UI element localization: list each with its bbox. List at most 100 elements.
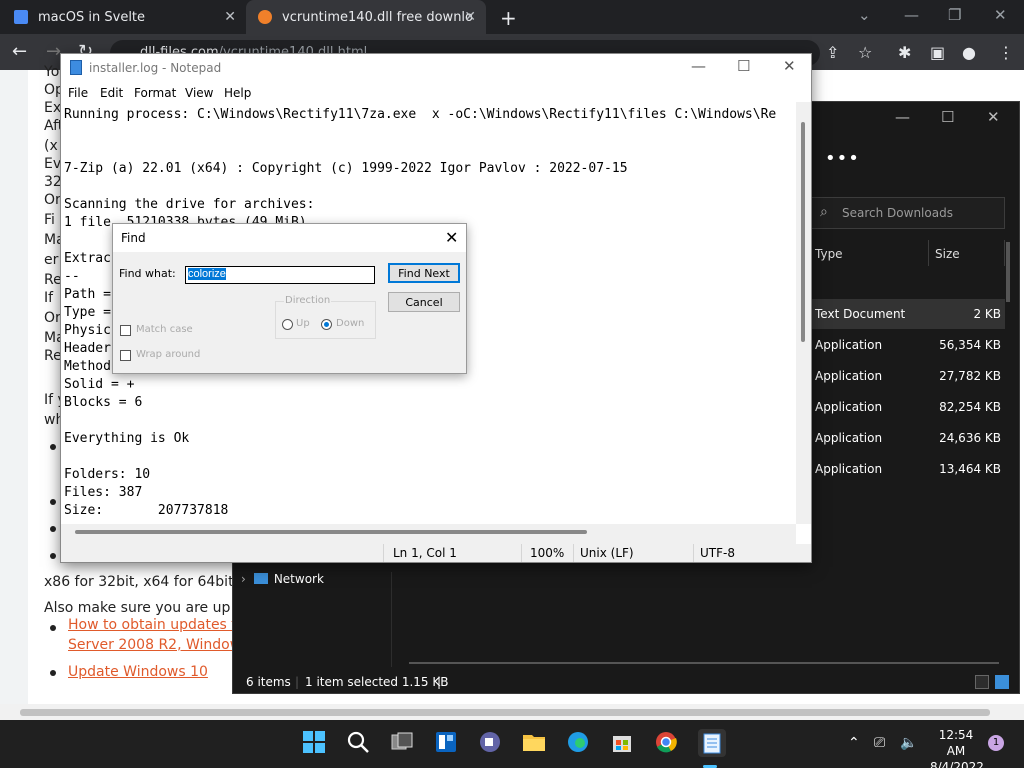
cancel-button[interactable]: Cancel (388, 292, 460, 312)
notepad-title-bar[interactable]: installer.log - Notepad — ☐ ✕ (61, 54, 811, 82)
explorer-minimize-icon[interactable]: — (895, 108, 910, 126)
volume-icon[interactable]: 🔈 (900, 735, 917, 751)
menu-view[interactable]: View (185, 86, 213, 100)
close-window-icon[interactable]: ✕ (994, 6, 1007, 24)
tab-search-chevron-icon[interactable]: ⌄ (858, 6, 871, 24)
clock-time: 12:54 AM (938, 728, 974, 758)
notepad-text-line: Everything is Ok (64, 431, 190, 446)
direction-legend: Direction (284, 295, 332, 306)
webpage-text-fragment: If (44, 290, 54, 306)
teams-chat-icon[interactable] (478, 730, 504, 756)
column-separator[interactable] (928, 240, 929, 266)
bookmark-star-icon[interactable]: ☆ (858, 43, 872, 62)
file-row[interactable]: Application 24,636 KB (811, 423, 1005, 453)
notepad-maximize-icon[interactable]: ☐ (737, 57, 750, 75)
scroll-thumb[interactable] (75, 530, 587, 534)
notepad-horizontal-scrollbar[interactable] (61, 524, 796, 544)
wrap-around-checkbox[interactable] (120, 350, 131, 361)
file-row[interactable]: Application 27,782 KB (811, 361, 1005, 391)
notepad-minimize-icon[interactable]: — (691, 57, 706, 75)
scroll-thumb[interactable] (20, 709, 990, 716)
tab-macos-svelte[interactable]: macOS in Svelte ✕ (14, 0, 246, 34)
search-icon[interactable] (346, 730, 372, 756)
task-view-icon[interactable] (390, 730, 416, 756)
direction-down-radio[interactable] (321, 319, 332, 330)
notepad-vertical-scrollbar[interactable] (796, 102, 811, 524)
tiles-view-icon[interactable] (995, 675, 1009, 689)
menu-format[interactable]: Format (134, 86, 176, 100)
page-left-margin (0, 70, 28, 720)
chrome-browser-icon[interactable] (654, 730, 680, 756)
file-row[interactable]: Application 82,254 KB (811, 392, 1005, 422)
match-case-checkbox[interactable] (120, 325, 131, 336)
start-windows-icon[interactable] (302, 730, 328, 756)
microsoft-store-icon[interactable] (610, 730, 636, 756)
chevron-up-icon[interactable]: ⌃ (848, 735, 860, 751)
nav-item-network[interactable]: › Network (241, 572, 324, 586)
find-dialog-title-bar[interactable]: Find ✕ (113, 224, 466, 252)
share-icon[interactable]: ⇪ (826, 43, 839, 62)
notepad-title: installer.log - Notepad (89, 61, 222, 75)
explorer-maximize-icon[interactable]: ☐ (941, 108, 954, 126)
notification-badge[interactable]: 1 (988, 735, 1004, 751)
menu-edit[interactable]: Edit (100, 86, 123, 100)
close-tab-icon[interactable]: ✕ (464, 9, 476, 25)
file-explorer-icon[interactable] (522, 730, 548, 756)
tab-dll-files[interactable]: vcruntime140.dll free download | ✕ (246, 0, 486, 34)
status-cursor-position: Ln 1, Col 1 (393, 546, 457, 560)
notepad-taskbar-icon[interactable] (698, 729, 726, 757)
network-tray-icon[interactable]: ⎚ (874, 735, 885, 751)
link-obtain-updates[interactable]: How to obtain updates fr (68, 617, 242, 633)
file-size: 24,636 KB (939, 431, 1001, 445)
file-row[interactable]: Text Document 2 KB (811, 299, 1005, 329)
direction-up-radio[interactable] (282, 319, 293, 330)
extensions-puzzle-icon[interactable]: ✱ (898, 43, 911, 62)
page-horizontal-scrollbar[interactable] (0, 704, 1024, 720)
minimize-icon[interactable]: — (904, 6, 919, 24)
find-dialog-title: Find (121, 231, 146, 245)
chevron-right-icon[interactable]: › (241, 572, 246, 586)
file-row[interactable]: Application 13,464 KB (811, 454, 1005, 484)
back-arrow-icon[interactable]: ← (12, 41, 27, 62)
tab-title: vcruntime140.dll free download | (282, 9, 472, 25)
menu-help[interactable]: Help (224, 86, 251, 100)
column-header-type[interactable]: Type (815, 247, 843, 261)
link-obtain-updates-line2[interactable]: Server 2008 R2, Windows (68, 637, 248, 653)
close-tab-icon[interactable]: ✕ (224, 9, 236, 25)
notepad-close-icon[interactable]: ✕ (783, 57, 796, 75)
profile-icon[interactable]: ● (962, 43, 976, 62)
file-size: 56,354 KB (939, 338, 1001, 352)
column-separator[interactable] (1004, 240, 1005, 266)
new-tab-plus-icon[interactable]: + (500, 6, 517, 30)
explorer-horizontal-scrollbar[interactable] (409, 662, 999, 664)
more-options-icon[interactable]: ••• (825, 148, 860, 169)
explorer-close-icon[interactable]: ✕ (987, 108, 1000, 126)
forward-arrow-icon[interactable]: → (46, 41, 61, 62)
column-header-size[interactable]: Size (935, 247, 960, 261)
nav-label: Network (273, 572, 324, 586)
find-next-button[interactable]: Find Next (388, 263, 460, 283)
file-row[interactable]: Application 56,354 KB (811, 330, 1005, 360)
widgets-icon[interactable] (434, 730, 460, 756)
clock[interactable]: 12:54 AM 8/4/2022 (930, 727, 984, 768)
close-icon[interactable]: ✕ (445, 228, 458, 247)
direction-down-label: Down (336, 318, 365, 329)
side-panel-icon[interactable]: ▣ (930, 43, 945, 62)
explorer-search-input[interactable]: ⌕ Search Downloads (811, 197, 1005, 229)
details-view-icon[interactable] (975, 675, 989, 689)
link-update-windows-10[interactable]: Update Windows 10 (68, 664, 208, 680)
match-case-label: Match case (136, 324, 193, 335)
restore-icon[interactable]: ❐ (948, 6, 961, 24)
taskbar: ⌃ ⎚ 🔈 12:54 AM 8/4/2022 1 (0, 720, 1024, 768)
webpage-text-fragment: Ev (44, 156, 62, 172)
notepad-text-line: Compressed: 51210338 (64, 520, 796, 522)
explorer-vertical-scrollbar[interactable] (1006, 242, 1010, 302)
edge-browser-icon[interactable] (566, 730, 592, 756)
list-bullet (50, 553, 56, 559)
list-bullet (50, 670, 56, 676)
menu-kebab-icon[interactable]: ⋮ (998, 43, 1014, 62)
scroll-thumb[interactable] (801, 122, 805, 342)
clock-date: 8/4/2022 (930, 760, 984, 768)
find-what-input[interactable]: colorize (185, 266, 375, 284)
menu-file[interactable]: File (68, 86, 88, 100)
